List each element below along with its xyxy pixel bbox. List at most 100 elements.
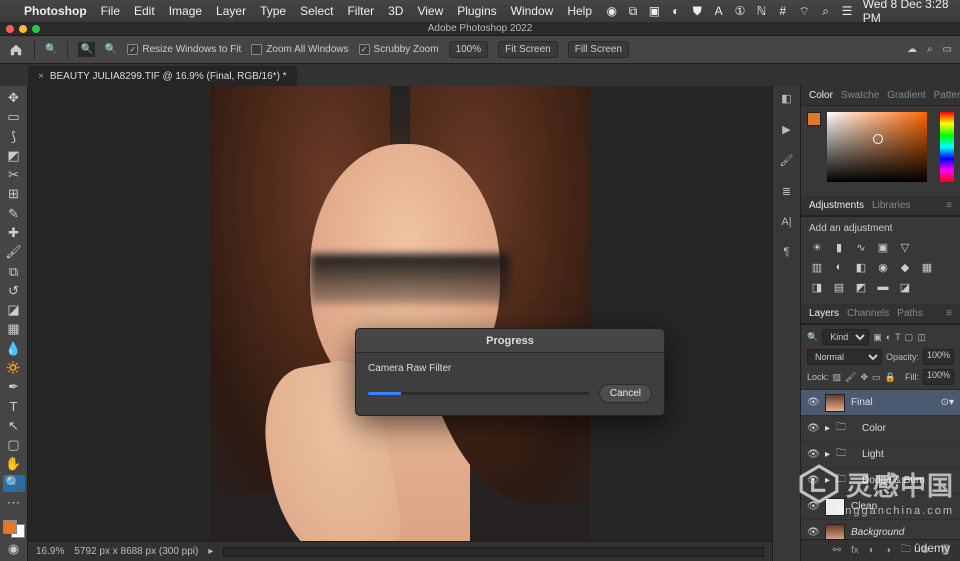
fill-screen-button[interactable]: Fill Screen [568,41,629,58]
search-icon[interactable]: 🔍 [807,332,818,343]
folder-caret-icon[interactable]: ▸ [825,423,830,434]
menubar-shield-icon[interactable]: ⛊ [692,4,703,18]
menubar-record-icon[interactable]: ◉ [606,4,617,18]
menubar-dropbox-icon[interactable]: ⧉ [627,4,638,18]
crop-tool[interactable]: ✂ [3,167,25,183]
visibility-icon[interactable]: 👁 [807,397,819,408]
fx-icon[interactable]: fx [851,545,859,556]
scrubby-checkbox[interactable] [359,44,370,55]
channelmixer-icon[interactable]: ◆ [897,260,913,274]
tab-close-icon[interactable]: × [38,71,44,82]
vibrance-icon[interactable]: ▽ [897,240,913,254]
color-field[interactable] [827,112,927,182]
close-window-icon[interactable] [6,25,14,33]
new-adjustment-icon[interactable]: ◑ [885,545,891,556]
menu-window[interactable]: Window [511,4,554,18]
menubar-search-icon[interactable]: ⌕ [820,4,831,18]
zoom-window-icon[interactable] [32,25,40,33]
posterize-icon[interactable]: ▤ [831,280,847,294]
lock-trans-icon[interactable]: ▨ [833,372,842,383]
bw-icon[interactable]: ◧ [853,260,869,274]
cancel-button[interactable]: Cancel [599,384,652,403]
gradientmap-icon[interactable]: ▬ [875,280,891,294]
filter-adjust-icon[interactable]: ◐ [886,332,891,342]
tab-swatches[interactable]: Swatche [841,90,879,101]
fill-value[interactable]: 100% [923,369,954,385]
tab-color[interactable]: Color [809,90,833,101]
mask-icon[interactable]: ◐ [869,545,875,556]
levels-icon[interactable]: ▮ [831,240,847,254]
history-icon[interactable]: ≣ [782,185,791,198]
marquee-tool[interactable]: ▭ [3,109,25,125]
zoom-100-button[interactable]: 100% [449,41,489,58]
menu-edit[interactable]: Edit [134,4,155,18]
opacity-value[interactable]: 100% [923,349,954,365]
visibility-icon[interactable]: 👁 [807,475,819,486]
layer-name[interactable]: Light [862,449,884,460]
dodge-tool[interactable]: 🔅 [3,360,25,376]
app-menu[interactable]: Photoshop [24,4,87,18]
menubar-cc-icon[interactable]: ◐ [670,4,681,18]
zoom-all-checkbox[interactable] [251,44,262,55]
hand-tool[interactable]: ✋ [3,456,25,472]
panel-menu-icon[interactable]: ≡ [946,200,952,211]
eraser-tool[interactable]: ◪ [3,302,25,318]
hue-slider[interactable] [940,112,954,182]
stamp-tool[interactable]: ⧉ [3,263,25,279]
selective-icon[interactable]: ◪ [897,280,913,294]
move-tool[interactable]: ✥ [3,90,25,106]
resize-windows-checkbox[interactable] [127,44,138,55]
character-icon[interactable]: A| [781,216,791,228]
lasso-tool[interactable]: ⟆ [3,129,25,145]
new-group-icon[interactable]: 🗀 [901,542,911,559]
doc-info[interactable]: 5792 px x 8688 px (300 ppi) [74,546,198,557]
color-picker[interactable] [801,106,960,196]
layer-name[interactable]: Color [862,423,886,434]
filter-shape-icon[interactable]: ▢ [905,332,914,343]
zoom-level[interactable]: 16.9% [36,546,64,557]
curves-icon[interactable]: ∿ [853,240,869,254]
menu-help[interactable]: Help [567,4,592,18]
filter-kind-select[interactable]: Kind [822,329,869,345]
menubar-a-icon[interactable]: A [713,4,724,18]
brightness-icon[interactable]: ☀ [809,240,825,254]
quick-mask-tool[interactable]: ◉ [3,541,25,557]
layer-row[interactable]: 👁 ▸ 🗀 Light [801,442,960,468]
layer-name[interactable]: Final [851,397,873,408]
menu-select[interactable]: Select [300,4,333,18]
menu-type[interactable]: Type [260,4,286,18]
menu-plugins[interactable]: Plugins [457,4,496,18]
visibility-icon[interactable]: 👁 [807,449,819,460]
zoom-tool[interactable]: 🔍 [3,475,25,491]
lock-all-icon[interactable]: 🔒 [885,372,896,383]
lock-brush-icon[interactable]: 🖌 [845,372,856,383]
play-icon[interactable]: ▶ [782,123,790,136]
workspace-icon[interactable]: ▭ [943,44,952,55]
filter-pixel-icon[interactable]: ▣ [873,332,882,343]
threshold-icon[interactable]: ◩ [853,280,869,294]
lock-move-icon[interactable]: ✥ [860,372,868,383]
fit-screen-button[interactable]: Fit Screen [498,41,558,58]
shape-tool[interactable]: ▢ [3,437,25,453]
menubar-hash-icon[interactable]: # [777,4,788,18]
type-tool[interactable]: T [3,398,25,414]
layer-row[interactable]: 👁 Background [801,520,960,539]
pen-tool[interactable]: ✒ [3,379,25,395]
frame-tool[interactable]: ⊞ [3,186,25,202]
layer-row[interactable]: 👁 ▸ 🗀 Dodge & Burn [801,468,960,494]
color-swatches[interactable] [3,520,25,538]
eyedropper-tool[interactable]: ✎ [3,206,25,222]
color-selector-ring[interactable] [873,134,883,144]
brushes-icon[interactable]: 🖌 [780,154,794,167]
horizontal-scrollbar[interactable] [223,547,764,557]
home-button[interactable] [8,43,24,57]
layer-name[interactable]: Dodge & Burn [862,475,925,486]
tab-paths[interactable]: Paths [897,308,923,319]
menubar-control-icon[interactable]: ☰ [841,4,852,18]
invert-icon[interactable]: ◨ [809,280,825,294]
color-theme-icon[interactable]: ◧ [781,92,791,105]
canvas[interactable]: Progress Camera Raw Filter Cancel [28,86,772,561]
hue-icon[interactable]: ▥ [809,260,825,274]
colorbalance-icon[interactable]: ◐ [831,260,847,274]
blend-mode-select[interactable]: Normal [807,349,882,365]
